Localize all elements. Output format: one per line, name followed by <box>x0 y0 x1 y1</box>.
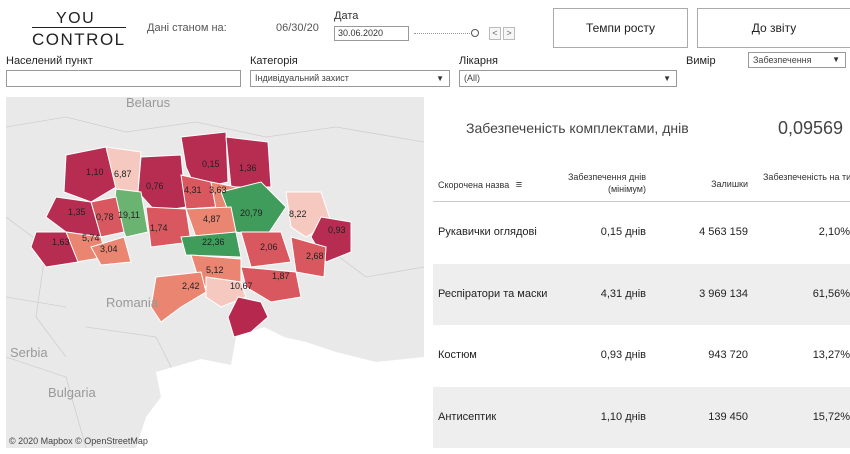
measure-value: Забезпечення <box>753 55 812 65</box>
row-name: Рукавички оглядові <box>438 226 537 238</box>
kpi-value: 0,09569 <box>778 118 844 138</box>
map-region <box>150 271 207 323</box>
region-value: 2,06 <box>260 242 278 252</box>
growth-rate-button[interactable]: Темпи росту <box>553 8 688 48</box>
map-copyright[interactable]: © 2020 Mapbox © OpenStreetMap <box>9 436 148 446</box>
date-slider-handle[interactable] <box>471 29 479 37</box>
dropdown-arrow-icon: ▼ <box>832 55 840 64</box>
row-stock: 4 563 159 <box>699 226 748 238</box>
region-value: 1,36 <box>239 163 257 173</box>
region-value: 3,04 <box>100 244 118 254</box>
region-value: 1,74 <box>150 223 168 233</box>
column-header-name[interactable]: Скорочена назва ≡ <box>438 179 522 191</box>
next-date-button[interactable]: > <box>503 27 515 40</box>
table-row[interactable]: Рукавички оглядові 0,15 днів 4 563 159 2… <box>433 202 850 264</box>
date-slider-track[interactable] <box>414 33 474 34</box>
row-days: 0,93 днів <box>600 349 646 361</box>
row-stock: 3 969 134 <box>699 287 748 300</box>
row-name: Антисептик <box>438 410 497 423</box>
table-row[interactable]: Антисептик 1,10 днів 139 450 15,72% <box>433 386 850 448</box>
region-value: 0,76 <box>146 181 164 191</box>
dropdown-arrow-icon: ▼ <box>436 74 444 83</box>
region-value: 5,12 <box>206 265 224 275</box>
region-value: 4,31 <box>184 185 202 195</box>
row-days: 4,31 днів <box>600 287 646 300</box>
map-country-label: Serbia <box>10 345 48 360</box>
map-country-label: Belarus <box>126 97 171 110</box>
column-header-stock[interactable]: Залишки <box>683 179 748 189</box>
region-value: 1,10 <box>86 167 104 177</box>
region-value: 2,42 <box>182 281 200 291</box>
row-weeks: 15,72% <box>812 410 850 423</box>
youcontrol-logo[interactable]: YOU CONTROL <box>30 10 126 49</box>
settlement-label: Населений пункт <box>6 55 93 67</box>
hospital-label: Лікарня <box>459 55 498 67</box>
measure-label: Вимір <box>686 55 716 67</box>
region-value: 6,87 <box>114 169 132 179</box>
region-value: 0,78 <box>96 212 114 222</box>
settlement-input[interactable] <box>6 70 241 87</box>
row-days: 1,10 днів <box>600 410 646 423</box>
map-country-label: Bulgaria <box>48 385 96 400</box>
region-value: 20,79 <box>240 208 263 218</box>
region-value: 1,63 <box>52 237 70 247</box>
dropdown-arrow-icon: ▼ <box>663 74 671 83</box>
data-as-of-label: Дані станом на: <box>147 22 227 34</box>
region-value: 2,68 <box>306 251 324 261</box>
map-region <box>225 136 272 188</box>
row-days: 0,15 днів <box>600 226 646 238</box>
row-stock: 139 450 <box>708 410 748 423</box>
row-weeks: 61,56% <box>812 287 850 300</box>
data-as-of-value: 06/30/20 <box>276 22 319 34</box>
column-header-label: Скорочена назва <box>438 180 510 190</box>
row-name: Респіратори та маски <box>438 287 548 300</box>
logo-line-1: YOU <box>56 10 96 27</box>
region-value: 10,67 <box>230 281 253 291</box>
table-header: Скорочена назва ≡ Забезпечення днів (мін… <box>433 165 850 202</box>
hospital-value: (All) <box>464 73 480 83</box>
row-weeks: 13,27% <box>812 349 850 361</box>
region-value: 22,36 <box>202 237 225 247</box>
row-weeks: 2,10% <box>818 226 850 238</box>
column-header-weeks[interactable]: Забезпеченість на тиждень <box>763 171 850 183</box>
region-value: 4,87 <box>203 214 221 224</box>
region-value: 19,11 <box>118 210 140 220</box>
hospital-select[interactable]: (All) ▼ <box>459 70 677 87</box>
category-value: Індивідуальний захист <box>255 73 349 83</box>
region-value: 8,22 <box>289 209 307 219</box>
sea-area <box>136 327 424 448</box>
measure-select[interactable]: Забезпечення ▼ <box>748 52 846 68</box>
category-label: Категорія <box>250 55 298 67</box>
supply-table: Скорочена назва ≡ Забезпечення днів (мін… <box>433 165 850 448</box>
date-filter-label: Дата <box>334 10 359 22</box>
region-value: 3,63 <box>209 185 227 195</box>
category-select[interactable]: Індивідуальний захист ▼ <box>250 70 450 87</box>
region-value: 0,15 <box>202 159 220 169</box>
kpi-title: Забезпеченість комплектами, днів <box>466 120 689 136</box>
date-input[interactable]: 30.06.2020 <box>334 26 409 41</box>
row-stock: 943 720 <box>708 349 748 361</box>
to-report-button[interactable]: До звіту <box>697 8 850 48</box>
logo-line-2: CONTROL <box>32 27 126 50</box>
map-country-label: Romania <box>106 295 159 310</box>
dashboard: YOU CONTROL Дані станом на: 06/30/20 Дат… <box>0 0 850 454</box>
column-header-days[interactable]: Забезпечення днів (мінімум) <box>561 171 646 195</box>
table-row[interactable]: Костюм 0,93 днів 943 720 13,27% <box>433 325 850 387</box>
region-value: 0,93 <box>328 225 346 235</box>
region-value: 1,35 <box>68 207 86 217</box>
prev-date-button[interactable]: < <box>489 27 501 40</box>
region-map[interactable]: Belarus Romania Serbia Bulgaria 1,10 6,8… <box>6 97 424 448</box>
sort-icon[interactable]: ≡ <box>516 179 522 191</box>
region-value: 1,87 <box>272 271 290 281</box>
row-name: Костюм <box>438 349 477 361</box>
region-value: 5,74 <box>82 233 100 243</box>
table-row[interactable]: Респіратори та маски 4,31 днів 3 969 134… <box>433 263 850 325</box>
